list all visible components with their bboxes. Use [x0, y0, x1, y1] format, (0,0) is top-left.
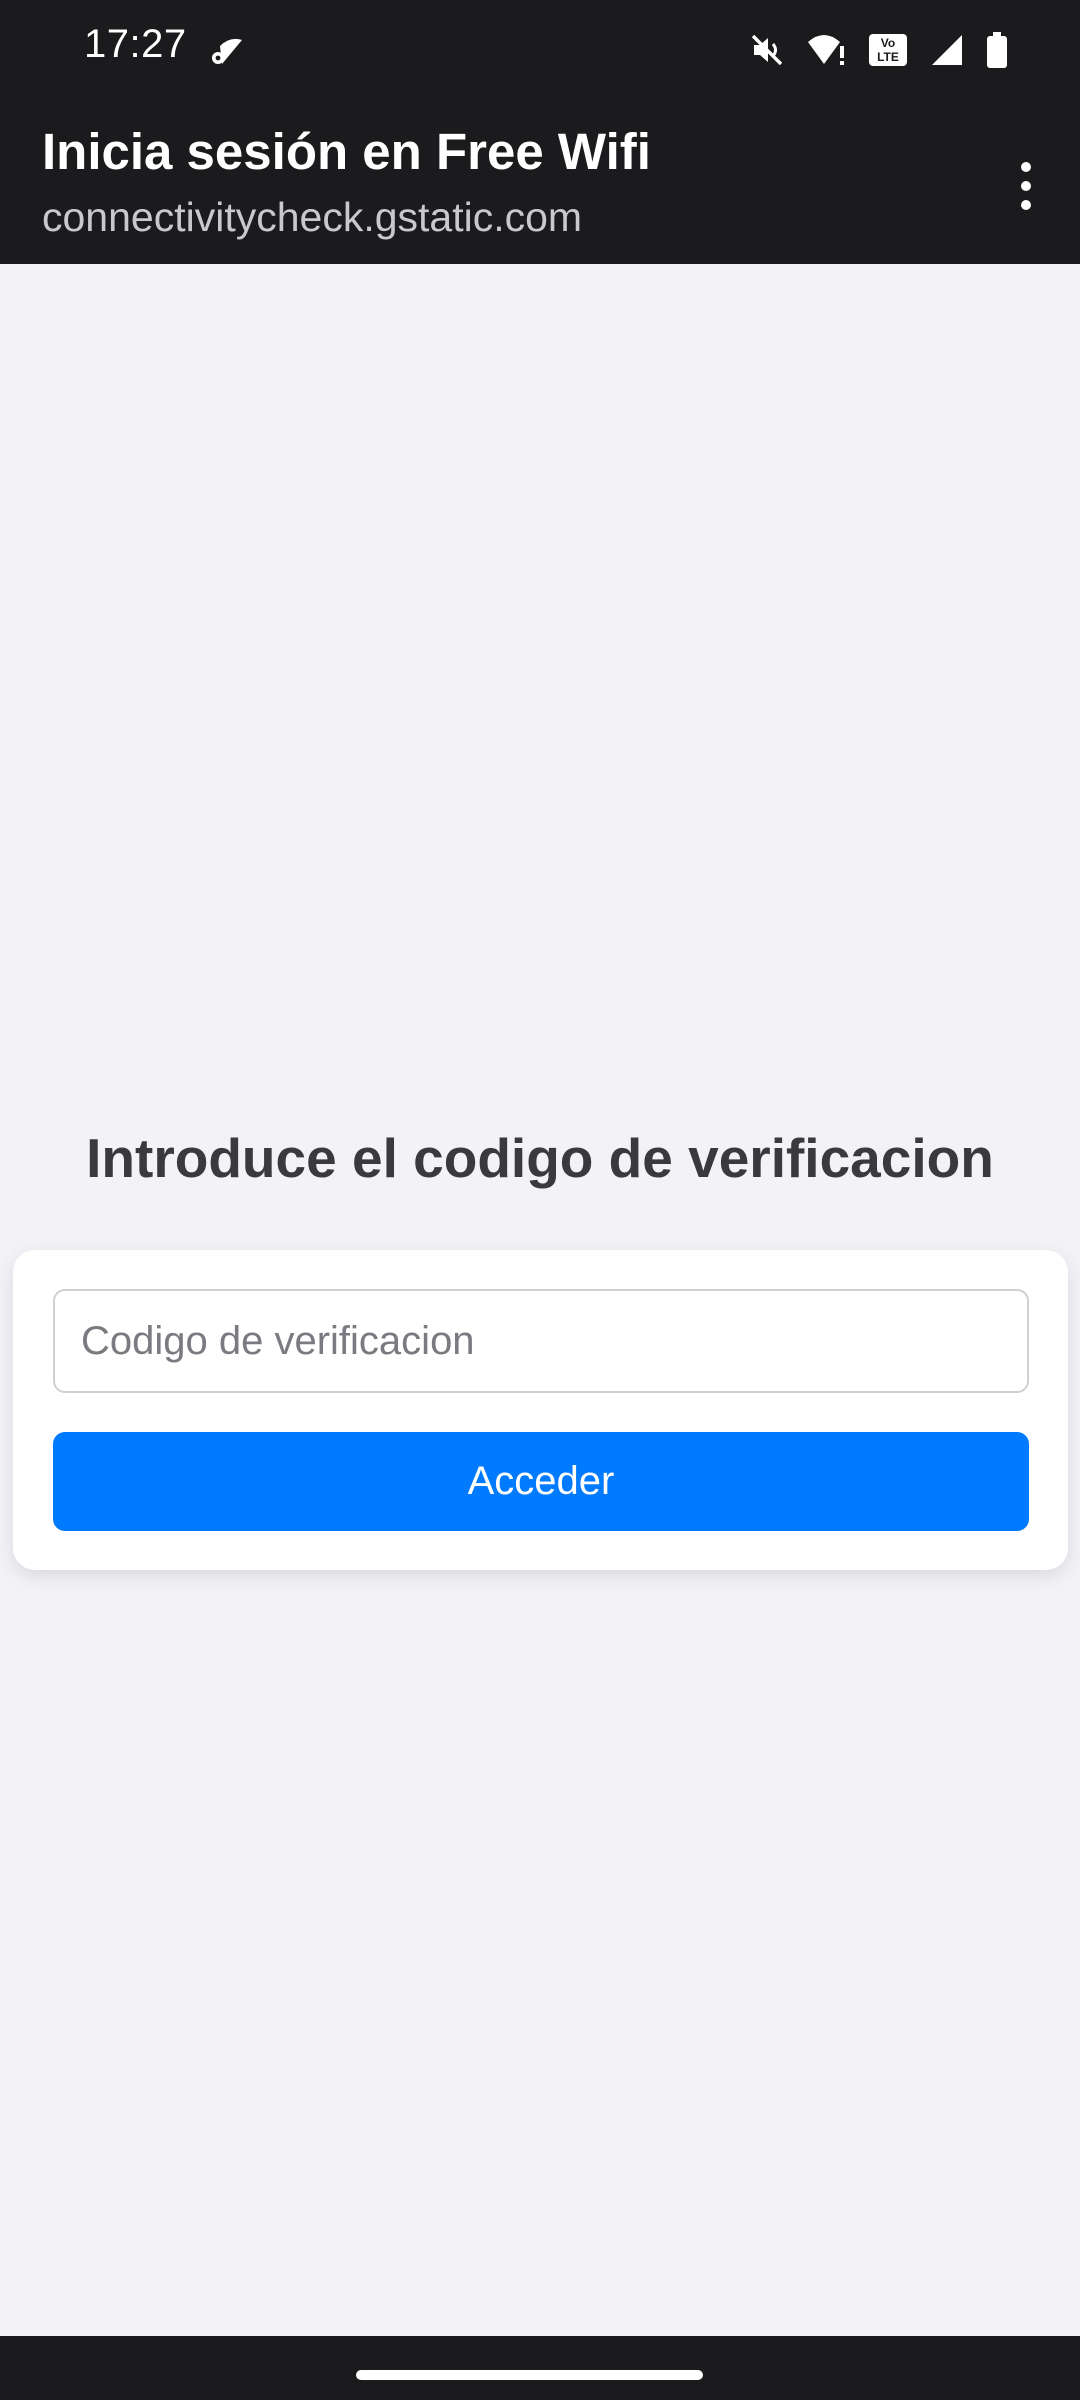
- status-bar: 17:27 Vo LTE: [0, 0, 1080, 80]
- verification-heading: Introduce el codigo de verificacion: [86, 1127, 994, 1189]
- verification-code-input[interactable]: [53, 1289, 1029, 1393]
- signal-icon: [930, 33, 964, 67]
- portal-content: Introduce el codigo de verificacion Acce…: [0, 264, 1080, 2336]
- access-button[interactable]: Acceder: [53, 1432, 1029, 1531]
- volte-icon: Vo LTE: [868, 33, 908, 67]
- home-gesture-handle[interactable]: [356, 2370, 703, 2380]
- svg-text:LTE: LTE: [877, 50, 899, 64]
- navigation-bar: [0, 2336, 1080, 2400]
- wifi-warning-icon: [806, 32, 846, 68]
- status-icons: Vo LTE: [750, 30, 1008, 70]
- menu-dot: [1021, 200, 1031, 210]
- menu-dot: [1021, 162, 1031, 172]
- more-vert-icon[interactable]: [994, 144, 1058, 228]
- page-title: Inicia sesión en Free Wifi: [42, 123, 651, 180]
- menu-dot: [1021, 181, 1031, 191]
- battery-icon: [986, 32, 1008, 68]
- status-time: 17:27: [84, 22, 187, 66]
- captive-portal-app-bar: Inicia sesión en Free Wifi connectivityc…: [0, 80, 1080, 264]
- mute-icon: [750, 33, 784, 67]
- verification-card: Acceder: [13, 1250, 1068, 1570]
- screen: 17:27 Vo LTE Inicia sesión en Free Wifi …: [0, 0, 1080, 2400]
- page-url: connectivitycheck.gstatic.com: [42, 194, 583, 240]
- svg-text:Vo: Vo: [881, 36, 895, 50]
- wifi-settings-icon: [208, 34, 244, 70]
